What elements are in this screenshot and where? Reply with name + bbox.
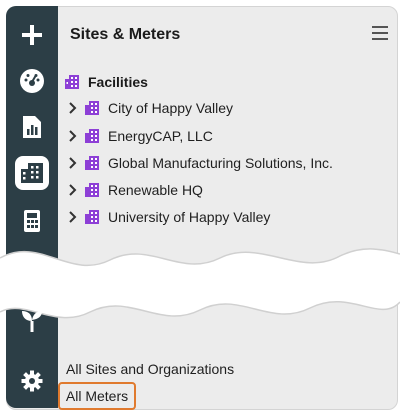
tree-item-label: EnergyCAP, LLC (108, 128, 213, 144)
torn-page-divider (0, 248, 400, 319)
building-icon (85, 156, 99, 170)
all-sites-link[interactable]: All Sites and Organizations (66, 361, 234, 377)
chevron-right-icon[interactable] (66, 100, 80, 116)
tree-item-label: Renewable HQ (108, 182, 203, 198)
gear-icon (21, 370, 43, 392)
sites-button[interactable] (6, 152, 58, 194)
tree-item[interactable]: Global Manufacturing Solutions, Inc. (66, 155, 333, 171)
tree-item-label: Global Manufacturing Solutions, Inc. (108, 155, 333, 171)
plus-icon (22, 25, 42, 45)
dashboard-button[interactable] (6, 60, 58, 102)
tree-item[interactable]: City of Happy Valley (66, 100, 233, 116)
sites-active-tile (15, 156, 49, 190)
settings-button[interactable] (6, 360, 58, 402)
report-icon (23, 116, 41, 138)
tree-root-facilities[interactable]: Facilities (64, 74, 148, 90)
chevron-right-icon[interactable] (66, 155, 80, 171)
building-icon (85, 210, 99, 224)
sustainability-button[interactable] (6, 300, 58, 342)
building-icon (85, 183, 99, 197)
tree-item-label: City of Happy Valley (108, 100, 234, 116)
tree-root-label: Facilities (88, 74, 148, 90)
sites-meters-panel (6, 6, 398, 410)
building-icon (21, 163, 43, 183)
chevron-right-icon[interactable] (66, 128, 80, 144)
building-icon (85, 129, 99, 143)
building-icon (85, 101, 99, 115)
tree-item[interactable]: EnergyCAP, LLC (66, 128, 213, 144)
hamburger-menu-button[interactable] (372, 26, 388, 40)
page-title: Sites & Meters (70, 26, 181, 43)
menu-line (372, 26, 388, 28)
add-button[interactable] (6, 14, 58, 56)
tree-item[interactable]: Renewable HQ (66, 182, 203, 198)
menu-line (372, 38, 388, 40)
tree-item-label: University of Happy Valley (108, 209, 271, 225)
sprout-icon (22, 311, 42, 332)
tree-item[interactable]: University of Happy Valley (66, 209, 270, 225)
chevron-right-icon[interactable] (66, 209, 80, 225)
reports-button[interactable] (6, 106, 58, 148)
chevron-right-icon[interactable] (66, 182, 80, 198)
building-icon (65, 75, 79, 89)
menu-line (372, 32, 388, 34)
calculator-icon (24, 210, 40, 232)
dashboard-icon (20, 69, 44, 93)
all-meters-link[interactable]: All Meters (58, 382, 136, 410)
